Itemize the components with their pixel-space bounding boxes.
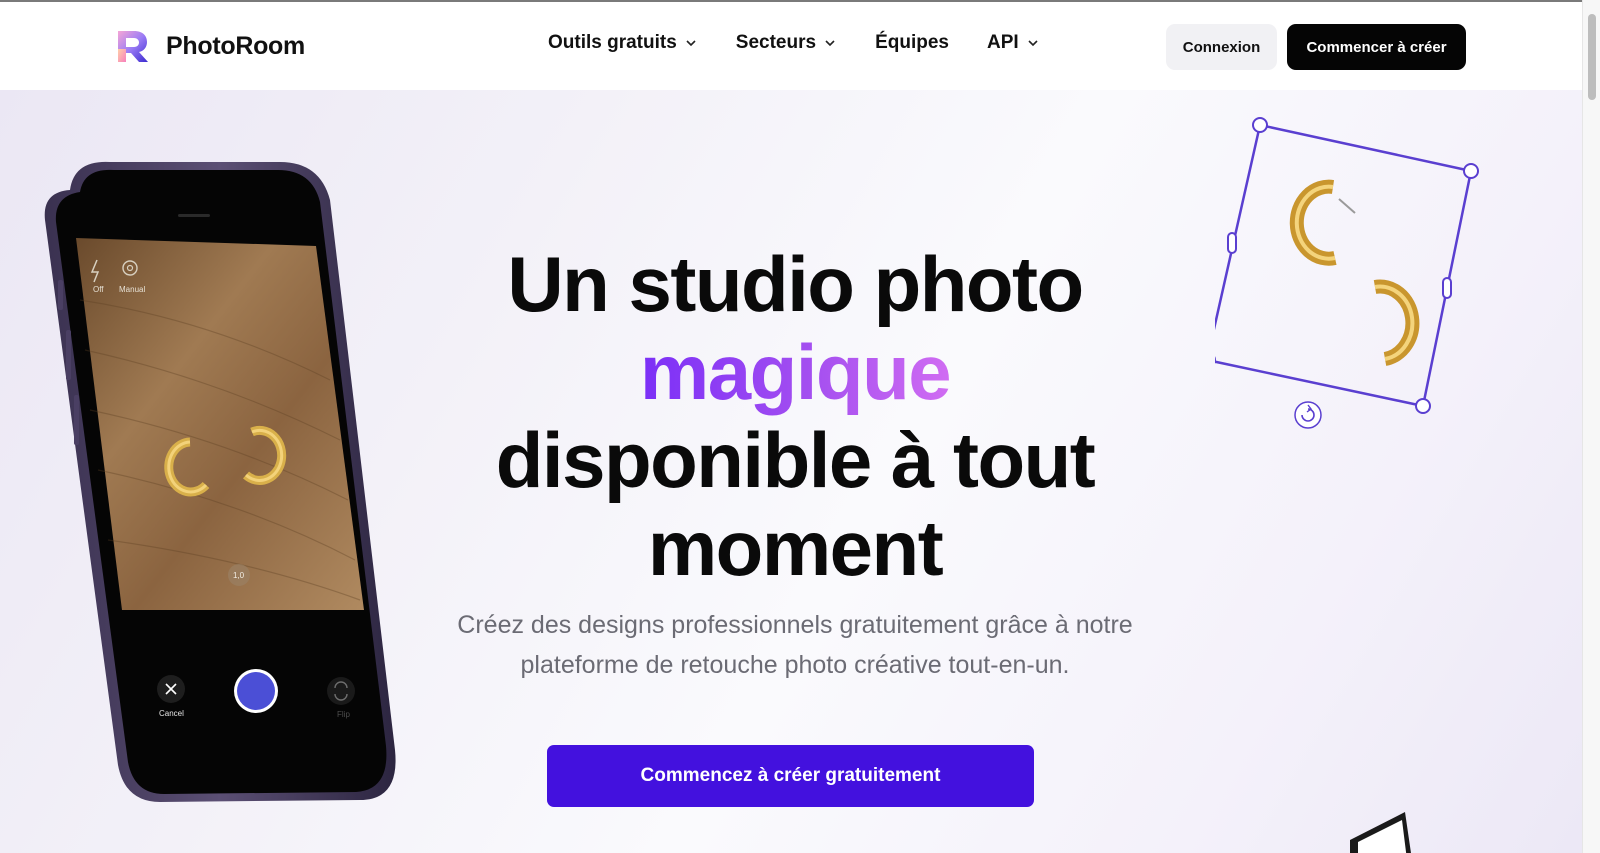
phone-side-button (74, 395, 79, 445)
photoroom-logo-icon (118, 31, 148, 62)
rotate-icon[interactable] (1294, 401, 1322, 429)
chevron-down-icon (686, 40, 696, 47)
phone-side-button (66, 330, 71, 380)
laptop-mockup-corner (1350, 812, 1411, 853)
flip-label: Flip (337, 710, 350, 719)
manual-label: Manual (119, 285, 145, 294)
hero-headline: Un studio photo magique disponible à tou… (400, 240, 1190, 592)
nav-item-api[interactable]: API (987, 32, 1040, 54)
site-header: PhotoRoom Outils gratuits Secteurs Équip… (0, 2, 1582, 90)
headline-line-4: moment (647, 504, 944, 592)
main-nav: Outils gratuits Secteurs Équipes API (548, 32, 1078, 54)
phone-side-button (58, 280, 63, 310)
brand-logo[interactable]: PhotoRoom (114, 27, 305, 65)
flip-camera-button[interactable] (327, 677, 355, 705)
nav-item-outils-gratuits[interactable]: Outils gratuits (548, 32, 698, 54)
headline-line-1: Un studio photo (507, 240, 1084, 328)
resize-handle[interactable] (1442, 277, 1452, 299)
nav-item-equipes[interactable]: Équipes (875, 32, 949, 54)
nav-item-label: Secteurs (735, 32, 817, 53)
start-creating-button[interactable]: Commencer à créer (1287, 24, 1466, 70)
resize-handle[interactable] (1415, 398, 1431, 414)
nav-item-label: Outils gratuits (548, 32, 677, 53)
resize-handle[interactable] (1463, 163, 1479, 179)
headline-highlight: magique (639, 328, 952, 416)
resize-handle[interactable] (1227, 232, 1237, 254)
earrings-selection-demo (1215, 117, 1479, 429)
flash-label: Off (93, 285, 104, 294)
brand-name: PhotoRoom (166, 31, 305, 60)
chevron-down-icon (825, 40, 835, 47)
headline-line-3: disponible à tout (495, 416, 1096, 504)
hero-subtitle: Créez des designs professionnels gratuit… (457, 611, 1133, 679)
resize-handle[interactable] (1252, 117, 1268, 133)
hero-section: Off Manual 1,0 Cancel Flip Un studio pho… (0, 90, 1582, 853)
nav-item-secteurs[interactable]: Secteurs (736, 32, 837, 54)
start-free-button[interactable]: Commencez à créer gratuitement (547, 745, 1034, 807)
chevron-down-icon (1028, 40, 1038, 47)
phone-speaker (178, 214, 210, 217)
scrollbar-thumb[interactable] (1588, 14, 1596, 100)
shutter-button[interactable] (234, 669, 278, 713)
phone-mockup: Off Manual 1,0 Cancel Flip (44, 161, 396, 802)
zoom-label: 1,0 (233, 571, 245, 580)
selection-frame (1215, 123, 1473, 408)
nav-item-label: Équipes (875, 32, 949, 53)
earring-image (1289, 179, 1420, 366)
nav-item-label: API (986, 32, 1019, 53)
cancel-label: Cancel (159, 709, 184, 718)
login-button[interactable]: Connexion (1166, 24, 1277, 70)
page-scrollbar[interactable] (1582, 0, 1600, 853)
cancel-button[interactable] (157, 675, 185, 703)
